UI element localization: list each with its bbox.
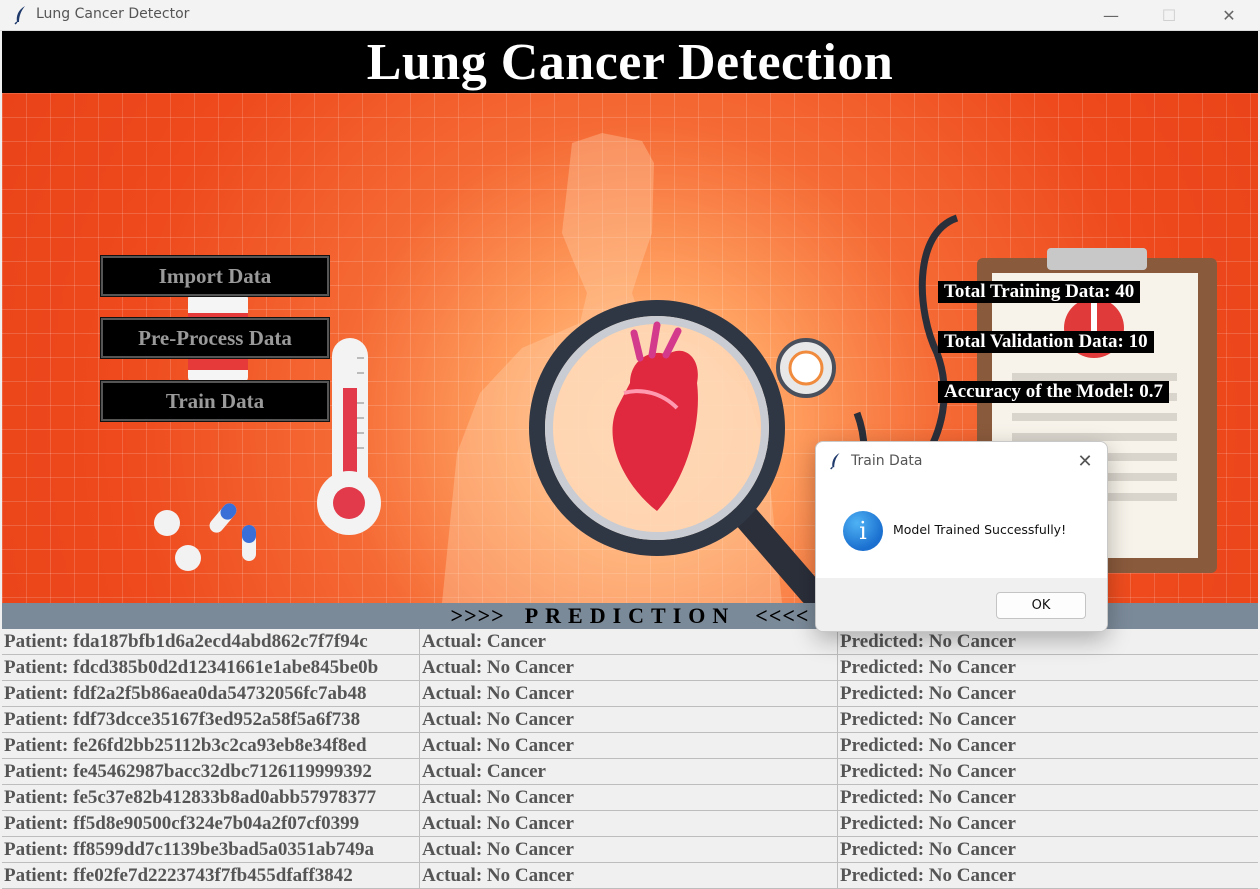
actual-cell: Actual: No Cancer — [420, 785, 838, 810]
table-row: Patient: fe5c37e82b412833b8ad0abb5797837… — [2, 785, 1258, 811]
dialog-message: Model Trained Successfully! — [893, 522, 1067, 537]
table-row: Patient: fdcd385b0d2d12341661e1abe845be0… — [2, 655, 1258, 681]
patient-cell: Patient: fdf73dcce35167f3ed952a58f5a6f73… — [2, 707, 420, 732]
ok-button[interactable]: OK — [996, 592, 1086, 619]
predicted-cell: Predicted: No Cancer — [840, 865, 1016, 886]
window-title: Lung Cancer Detector — [36, 6, 190, 22]
prediction-right-arrows: <<<< — [755, 603, 810, 628]
table-row: Patient: fe45462987bacc32dbc712611999939… — [2, 759, 1258, 785]
prediction-table: Patient: fda187bfb1d6a2ecd4abd862c7f7f94… — [2, 629, 1258, 889]
patient-cell: Patient: ffe02fe7d2223743f7fb455dfaff384… — [2, 863, 420, 888]
prediction-left-arrows: >>>> — [450, 603, 505, 628]
table-row: Patient: fda187bfb1d6a2ecd4abd862c7f7f94… — [2, 629, 1258, 655]
pills-icon — [154, 503, 256, 571]
actual-cell: Actual: Cancer — [420, 629, 838, 654]
patient-cell: Patient: fe5c37e82b412833b8ad0abb5797837… — [2, 785, 420, 810]
actual-cell: Actual: No Cancer — [420, 681, 838, 706]
actual-cell: Actual: No Cancer — [420, 837, 838, 862]
model-accuracy-label: Accuracy of the Model: 0.7 — [938, 381, 1169, 403]
maximize-button[interactable]: ☐ — [1146, 0, 1192, 30]
dialog-title: Train Data — [851, 453, 923, 469]
predicted-cell: Predicted: No Cancer — [840, 709, 1016, 730]
actual-cell: Actual: No Cancer — [420, 733, 838, 758]
patient-cell: Patient: ff8599dd7c1139be3bad5a0351ab749… — [2, 837, 420, 862]
patient-cell: Patient: fdcd385b0d2d12341661e1abe845be0… — [2, 655, 420, 680]
table-row: Patient: fe26fd2bb25112b3c2ca93eb8e34f8e… — [2, 733, 1258, 759]
table-row: Patient: fdf2a2f5b86aea0da54732056fc7ab4… — [2, 681, 1258, 707]
actual-cell: Actual: No Cancer — [420, 811, 838, 836]
window-titlebar: Lung Cancer Detector — ☐ ✕ — [0, 0, 1260, 31]
stethoscope-head-icon — [776, 338, 836, 398]
actual-cell: Actual: No Cancer — [420, 863, 838, 888]
close-button[interactable]: ✕ — [1206, 0, 1252, 30]
dialog-body: i Model Trained Successfully! — [816, 480, 1107, 578]
table-row: Patient: ff5d8e90500cf324e7b04a2f07cf039… — [2, 811, 1258, 837]
table-row: Patient: fdf73dcce35167f3ed952a58f5a6f73… — [2, 707, 1258, 733]
dialog-titlebar: Train Data ✕ — [816, 442, 1107, 480]
thermometer-icon — [317, 338, 381, 535]
total-training-label: Total Training Data: 40 — [938, 281, 1141, 303]
train-data-button[interactable]: Train Data — [101, 381, 329, 421]
predicted-cell: Predicted: No Cancer — [840, 839, 1016, 860]
app-header: Lung Cancer Detection — [2, 31, 1258, 93]
actual-cell: Actual: No Cancer — [420, 655, 838, 680]
import-data-button[interactable]: Import Data — [101, 256, 329, 296]
patient-cell: Patient: ff5d8e90500cf324e7b04a2f07cf039… — [2, 811, 420, 836]
page-title: Lung Cancer Detection — [366, 33, 894, 91]
patient-cell: Patient: fda187bfb1d6a2ecd4abd862c7f7f94… — [2, 629, 420, 654]
feather-icon — [14, 6, 25, 25]
maximize-icon: ☐ — [1161, 5, 1177, 25]
predicted-cell: Predicted: No Cancer — [840, 813, 1016, 834]
patient-cell: Patient: fe26fd2bb25112b3c2ca93eb8e34f8e… — [2, 733, 420, 758]
dialog-footer: OK — [816, 578, 1107, 631]
close-icon: ✕ — [1077, 450, 1093, 472]
predicted-cell: Predicted: No Cancer — [840, 631, 1016, 652]
train-data-dialog: Train Data ✕ i Model Trained Successfull… — [815, 441, 1108, 632]
predicted-cell: Predicted: No Cancer — [840, 683, 1016, 704]
feather-icon — [830, 453, 840, 470]
minimize-button[interactable]: — — [1088, 0, 1134, 30]
predicted-cell: Predicted: No Cancer — [840, 735, 1016, 756]
preprocess-data-button[interactable]: Pre-Process Data — [101, 318, 329, 358]
table-row: Patient: ffe02fe7d2223743f7fb455dfaff384… — [2, 863, 1258, 889]
predicted-cell: Predicted: No Cancer — [840, 761, 1016, 782]
patient-cell: Patient: fe45462987bacc32dbc712611999939… — [2, 759, 420, 784]
total-validation-label: Total Validation Data: 10 — [938, 331, 1154, 353]
minimize-icon: — — [1103, 5, 1119, 25]
info-icon: i — [843, 511, 883, 551]
table-row: Patient: ff8599dd7c1139be3bad5a0351ab749… — [2, 837, 1258, 863]
predicted-cell: Predicted: No Cancer — [840, 787, 1016, 808]
close-icon: ✕ — [1222, 5, 1236, 25]
prediction-title: PREDICTION — [524, 603, 736, 628]
actual-cell: Actual: No Cancer — [420, 707, 838, 732]
actual-cell: Actual: Cancer — [420, 759, 838, 784]
dialog-close-button[interactable]: ✕ — [1074, 450, 1096, 472]
patient-cell: Patient: fdf2a2f5b86aea0da54732056fc7ab4… — [2, 681, 420, 706]
predicted-cell: Predicted: No Cancer — [840, 657, 1016, 678]
